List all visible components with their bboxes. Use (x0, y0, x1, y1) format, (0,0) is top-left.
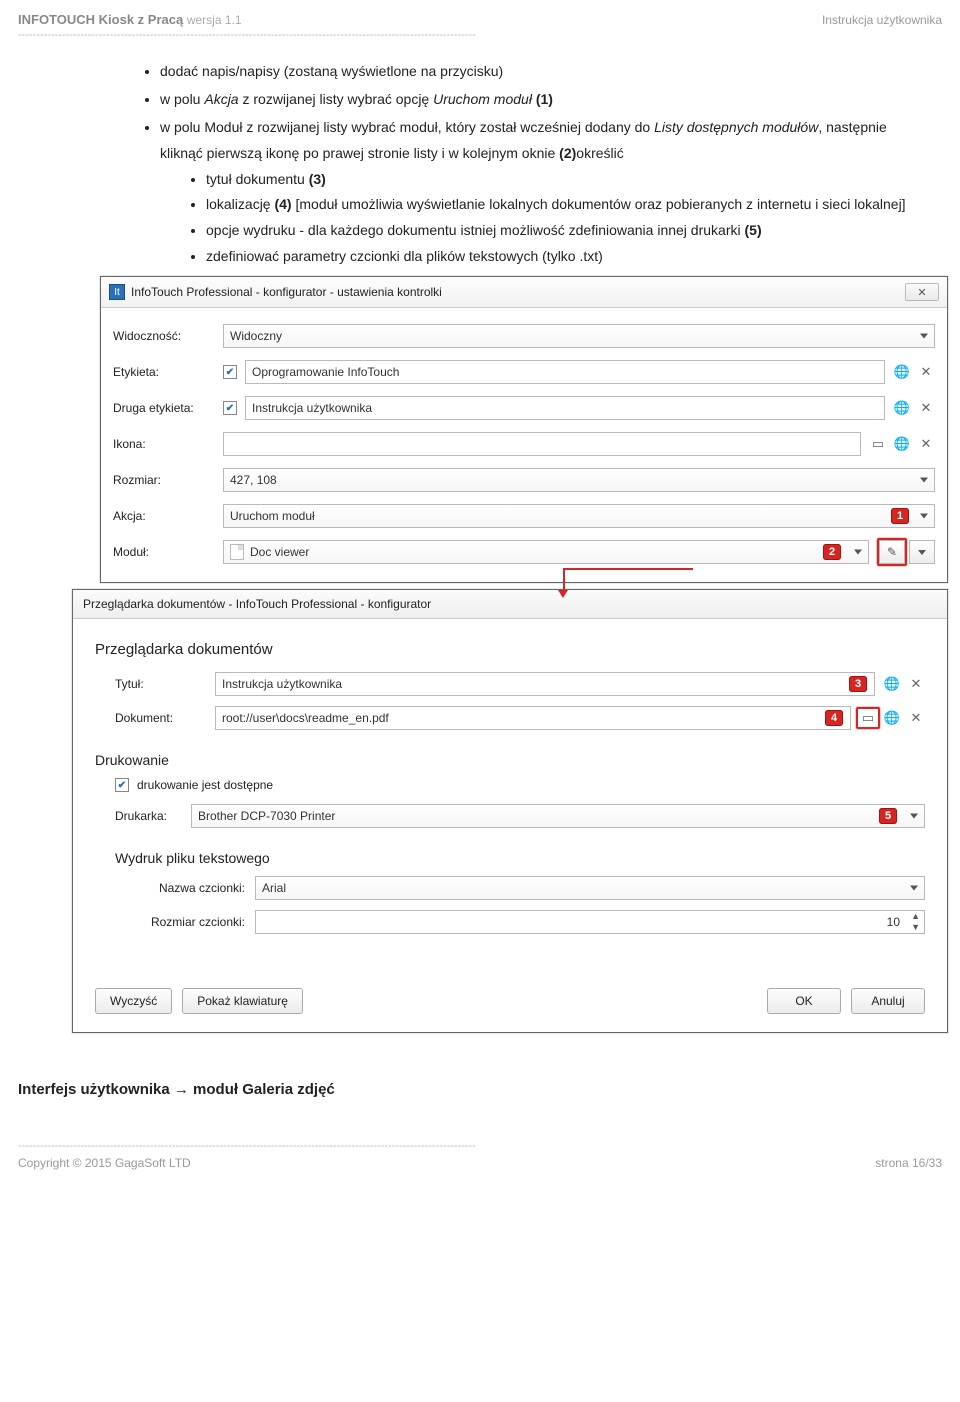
doc-version: wersja 1.1 (187, 13, 242, 27)
stepper-down-icon[interactable]: ▼ (911, 923, 920, 932)
printer-label: Drukarka: (115, 809, 191, 823)
dialog2-title: Przeglądarka dokumentów - InfoTouch Prof… (73, 590, 947, 619)
visibility-label: Widoczność: (113, 329, 223, 343)
clear-icon[interactable]: ✕ (917, 363, 935, 381)
clear-icon[interactable]: ✕ (917, 435, 935, 453)
printing-available-checkbox[interactable]: ✔ (115, 778, 129, 792)
sub-1: tytuł dokumentu (3) (206, 167, 922, 193)
section-textfile: Wydruk pliku tekstowego (115, 850, 925, 866)
document-field-label: Dokument: (115, 711, 215, 725)
font-name-label: Nazwa czcionki: (135, 881, 255, 895)
globe-icon[interactable]: 🌐 (893, 399, 911, 417)
callout-2: 2 (823, 544, 841, 560)
bullet-1: dodać napis/napisy (zostaną wyświetlone … (160, 59, 922, 85)
footer-divider: ----------------------------------------… (18, 1140, 942, 1152)
action-select[interactable]: Uruchom moduł (223, 504, 935, 528)
copyright: Copyright © 2015 GagaSoft LTD (18, 1156, 191, 1170)
module-label: Moduł: (113, 545, 223, 559)
font-size-label: Rozmiar czcionki: (135, 915, 255, 929)
section-heading: Interfejs użytkownika → moduł Galeria zd… (18, 1081, 942, 1098)
title-input[interactable]: Instrukcja użytkownika (215, 672, 875, 696)
stepper-up-icon[interactable]: ▲ (911, 912, 920, 921)
ok-button[interactable]: OK (767, 988, 841, 1014)
printing-available-label: drukowanie jest dostępne (137, 778, 273, 792)
cancel-button[interactable]: Anuluj (851, 988, 925, 1014)
clear-icon[interactable]: ✕ (907, 709, 925, 727)
sub-4: zdefiniować parametry czcionki dla plikó… (206, 244, 922, 270)
edit-module-button[interactable]: ✎ (879, 540, 905, 564)
globe-icon[interactable]: 🌐 (893, 363, 911, 381)
doc-title-main: INFOTOUCH Kiosk z Pracą (18, 12, 183, 27)
size-select[interactable]: 427, 108 (223, 468, 935, 492)
title-field-label: Tytuł: (115, 677, 215, 691)
action-label: Akcja: (113, 509, 223, 523)
close-button[interactable]: ✕ (905, 283, 939, 301)
callout-1: 1 (891, 508, 909, 524)
globe-icon[interactable]: 🌐 (883, 709, 901, 727)
label2-label: Druga etykieta: (113, 401, 223, 415)
clear-button[interactable]: Wyczyść (95, 988, 172, 1014)
dialog-docviewer: Przeglądarka dokumentów - InfoTouch Prof… (72, 589, 948, 1033)
section-printing: Drukowanie (95, 752, 925, 768)
label1-checkbox[interactable]: ✔ (223, 365, 237, 379)
section-docviewer: Przeglądarka dokumentów (95, 641, 925, 658)
dialog-configurator: It InfoTouch Professional - konfigurator… (100, 276, 948, 583)
header-divider: ----------------------------------------… (18, 29, 942, 41)
printer-select[interactable]: Brother DCP-7030 Printer (191, 804, 925, 828)
doc-title: INFOTOUCH Kiosk z Pracą wersja 1.1 (18, 12, 242, 27)
sub-2: lokalizację (4) [moduł umożliwia wyświet… (206, 192, 922, 218)
dialog-title: InfoTouch Professional - konfigurator - … (131, 285, 442, 299)
font-size-stepper[interactable]: 10 ▲ ▼ (255, 910, 925, 934)
doc-subtitle: Instrukcja użytkownika (822, 13, 942, 27)
app-icon: It (109, 284, 125, 300)
label1-label: Etykieta: (113, 365, 223, 379)
callout-4: 4 (825, 710, 843, 726)
module-select[interactable]: Doc viewer (223, 540, 869, 564)
document-icon (230, 544, 244, 560)
sub-3: opcje wydruku - dla każdego dokumentu is… (206, 218, 922, 244)
browse-icon[interactable]: ▭ (859, 709, 877, 727)
label1-input[interactable]: Oprogramowanie InfoTouch (245, 360, 885, 384)
globe-icon[interactable]: 🌐 (893, 435, 911, 453)
show-keyboard-button[interactable]: Pokaż klawiaturę (182, 988, 303, 1014)
clear-icon[interactable]: ✕ (907, 675, 925, 693)
visibility-select[interactable]: Widoczny (223, 324, 935, 348)
page-number: strona 16/33 (875, 1156, 942, 1170)
callout-3: 3 (849, 676, 867, 692)
icon-input[interactable] (223, 432, 861, 456)
browse-icon[interactable]: ▭ (869, 435, 887, 453)
module-dropdown-button[interactable] (909, 540, 935, 564)
bullet-2: w polu Akcja z rozwijanej listy wybrać o… (160, 87, 922, 113)
label2-input[interactable]: Instrukcja użytkownika (245, 396, 885, 420)
callout-5: 5 (879, 808, 897, 824)
clear-icon[interactable]: ✕ (917, 399, 935, 417)
label2-checkbox[interactable]: ✔ (223, 401, 237, 415)
globe-icon[interactable]: 🌐 (883, 675, 901, 693)
icon-label: Ikona: (113, 437, 223, 451)
bullet-3: w polu Moduł z rozwijanej listy wybrać m… (160, 115, 922, 270)
font-name-select[interactable]: Arial (255, 876, 925, 900)
document-input[interactable]: root://user\docs\readme_en.pdf (215, 706, 851, 730)
size-label: Rozmiar: (113, 473, 223, 487)
